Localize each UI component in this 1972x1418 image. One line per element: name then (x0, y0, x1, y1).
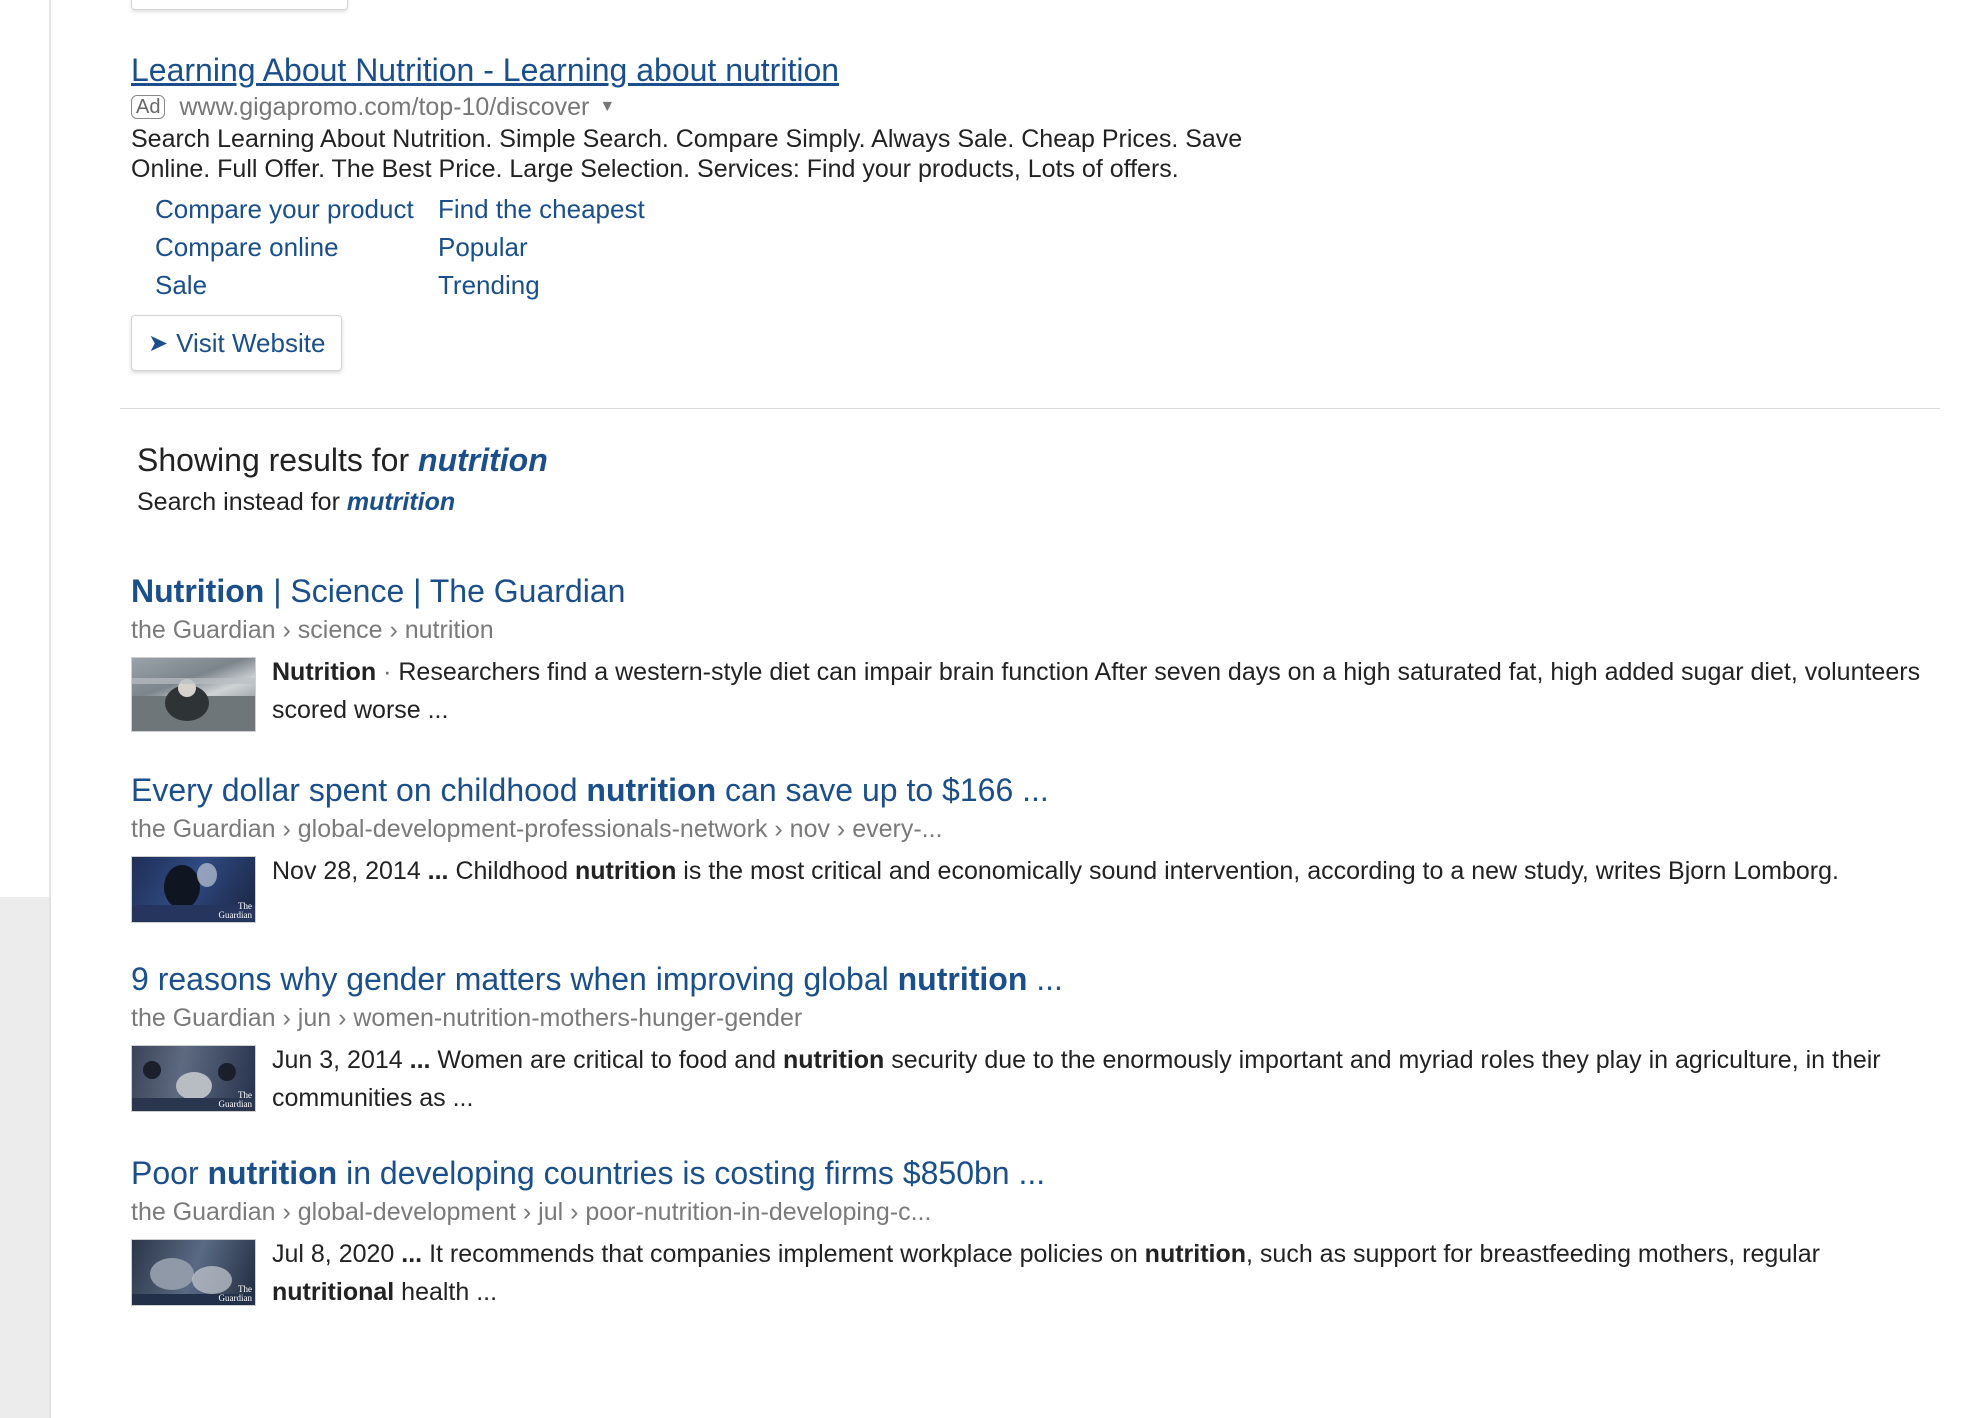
sitelink-popular[interactable]: Popular (438, 232, 738, 263)
snippet-date: Jul 8, 2020 (272, 1240, 395, 1268)
result-title-text: ... (1027, 961, 1063, 997)
result-snippet: Nov 28, 2014 ... Childhood nutrition is … (272, 852, 1931, 923)
result-snippet: Jun 3, 2014 ... Women are critical to fo… (272, 1041, 1931, 1117)
showing-results-prefix: Showing results for (137, 442, 410, 478)
snippet-text: , such as support for breastfeeding moth… (1246, 1240, 1820, 1268)
snippet-text: is the most critical and economically so… (676, 857, 1839, 885)
thumbnail-image (132, 678, 255, 731)
snippet-date: Jun 3, 2014 (272, 1046, 403, 1074)
result-title-bold: nutrition (897, 961, 1028, 997)
ad-description: Search Learning About Nutrition. Simple … (131, 124, 1361, 184)
search-instead-for: Search instead for mutrition (137, 486, 548, 518)
snippet-text: Childhood (455, 857, 575, 885)
result-breadcrumb: the Guardian › jun › women-nutrition-mot… (131, 1004, 803, 1032)
snippet-bold: nutrition (782, 1046, 885, 1074)
visit-website-label: Visit Website (176, 327, 326, 358)
search-result: Every dollar spent on childhood nutritio… (131, 770, 1931, 923)
result-snippet: Nutrition · Researchers find a western-s… (272, 653, 1931, 732)
snippet-bold: Nutrition (272, 658, 377, 686)
corrected-term-link[interactable]: nutrition (418, 442, 548, 478)
snippet-bold: nutritional (272, 1278, 395, 1306)
search-instead-prefix: Search instead for (137, 488, 340, 516)
snippet-ellipsis: ... (394, 1240, 430, 1268)
snippet-bold: nutrition (1144, 1240, 1247, 1268)
result-body: Nutrition · Researchers find a western-s… (131, 657, 1931, 732)
snippet-text: health ... (394, 1278, 498, 1306)
section-divider (120, 408, 1940, 409)
search-result: 9 reasons why gender matters when improv… (131, 959, 1931, 1117)
ad-result: Learning About Nutrition - Learning abou… (131, 50, 1531, 371)
result-title-text: can save up to $166 ... (716, 772, 1049, 808)
ad-url-line: Ad www.gigapromo.com/top-10/discover ▼ (131, 92, 1531, 122)
visit-website-button[interactable]: ➤ Visit Website (131, 315, 343, 371)
snippet-text: It recommends that companies implement w… (429, 1240, 1145, 1268)
snippet-separator: · (376, 658, 399, 686)
result-title-text: | Science | The Guardian (264, 573, 626, 609)
result-thumbnail[interactable]: The Guardian (131, 1045, 256, 1112)
result-title-bold: Nutrition (131, 573, 265, 609)
spelling-correction: Showing results for nutrition Search ins… (137, 440, 548, 518)
sitelink-sale[interactable]: Sale (155, 270, 438, 301)
guardian-logo: The Guardian (218, 1090, 253, 1109)
ad-display-url: www.gigapromo.com/top-10/discover (179, 92, 590, 121)
result-thumbnail[interactable]: The Guardian (131, 1239, 256, 1306)
left-rail-panel (0, 897, 51, 1418)
original-term-link[interactable]: mutrition (347, 488, 455, 516)
sitelink-compare-online[interactable]: Compare online (155, 232, 438, 263)
snippet-text: Women are critical to food and (437, 1046, 783, 1074)
result-body: The Guardian Jun 3, 2014 ... Women are c… (131, 1045, 1931, 1117)
guardian-logo: The Guardian (218, 1284, 253, 1303)
sitelink-compare-your-product[interactable]: Compare your product (155, 194, 438, 225)
result-title-link[interactable]: Poor nutrition in developing countries i… (131, 1155, 1045, 1191)
result-breadcrumb: the Guardian › science › nutrition (131, 616, 494, 644)
ad-description-line: Online. Full Offer. The Best Price. Larg… (131, 155, 1179, 183)
result-title-text: Poor (131, 1155, 208, 1191)
result-body: The Guardian Nov 28, 2014 ... Childhood … (131, 856, 1931, 923)
previous-visit-button[interactable] (131, 0, 348, 10)
sitelink-find-the-cheapest[interactable]: Find the cheapest (438, 194, 738, 225)
ad-sitelinks: Compare your product Find the cheapest C… (155, 194, 1531, 301)
result-breadcrumb: the Guardian › global-development › jul … (131, 1198, 932, 1226)
arrow-right-icon: ➤ (148, 329, 169, 357)
ad-title-link[interactable]: Learning About Nutrition - Learning abou… (131, 50, 839, 90)
result-title-bold: nutrition (207, 1155, 338, 1191)
snippet-text: Researchers find a western-style diet ca… (272, 658, 1921, 724)
search-result: Nutrition | Science | The Guardian the G… (131, 571, 1931, 732)
result-title-text: 9 reasons why gender matters when improv… (131, 961, 898, 997)
result-thumbnail[interactable]: The Guardian (131, 856, 256, 923)
result-title-text: in developing countries is costing firms… (337, 1155, 1046, 1191)
snippet-ellipsis: ... (402, 1046, 438, 1074)
result-title-bold: nutrition (586, 772, 717, 808)
caret-down-icon[interactable]: ▼ (599, 98, 615, 116)
result-breadcrumb: the Guardian › global-development-profes… (131, 815, 943, 843)
snippet-ellipsis: ... (420, 857, 456, 885)
snippet-bold: nutrition (574, 857, 677, 885)
result-body: The Guardian Jul 8, 2020 ... It recommen… (131, 1239, 1931, 1311)
sitelink-trending[interactable]: Trending (438, 270, 738, 301)
ad-description-line: Search Learning About Nutrition. Simple … (131, 125, 1243, 153)
result-title-link[interactable]: 9 reasons why gender matters when improv… (131, 961, 1063, 997)
result-title-link[interactable]: Every dollar spent on childhood nutritio… (131, 772, 1049, 808)
search-result: Poor nutrition in developing countries i… (131, 1153, 1931, 1311)
result-title-text: Every dollar spent on childhood (131, 772, 587, 808)
result-snippet: Jul 8, 2020 ... It recommends that compa… (272, 1235, 1931, 1311)
result-thumbnail[interactable] (131, 657, 256, 732)
result-title-link[interactable]: Nutrition | Science | The Guardian (131, 573, 625, 609)
results-list: Nutrition | Science | The Guardian the G… (131, 571, 1931, 1341)
ad-badge: Ad (131, 95, 166, 119)
guardian-logo: The Guardian (218, 901, 253, 920)
showing-results-for: Showing results for nutrition (137, 440, 548, 480)
snippet-date: Nov 28, 2014 (272, 857, 421, 885)
